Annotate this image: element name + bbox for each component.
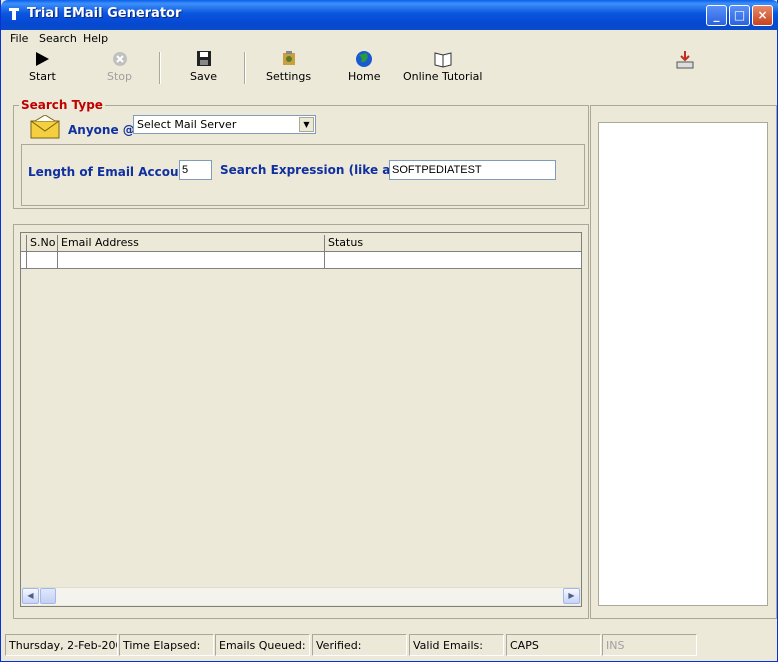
menu-file[interactable]: File bbox=[10, 32, 28, 45]
floppy-icon bbox=[196, 51, 211, 66]
tutorial-label: Online Tutorial bbox=[403, 70, 483, 83]
status-time-elapsed: Time Elapsed: bbox=[119, 634, 214, 656]
book-icon bbox=[434, 52, 452, 68]
status-verified: Verified: bbox=[312, 634, 407, 656]
length-label: Length of Email Account bbox=[28, 165, 193, 179]
cell-email bbox=[57, 252, 324, 268]
status-ins: INS bbox=[602, 634, 697, 656]
column-status[interactable]: Status bbox=[324, 235, 581, 251]
right-panel bbox=[598, 122, 768, 606]
table-row[interactable] bbox=[21, 252, 581, 269]
save-button[interactable]: Save bbox=[190, 50, 217, 83]
toolbar: Start Stop Save Settings Home Online Tut… bbox=[1, 48, 777, 94]
column-email[interactable]: Email Address bbox=[57, 235, 324, 251]
save-label: Save bbox=[190, 70, 218, 83]
stop-label: Stop bbox=[107, 70, 133, 83]
settings-label: Settings bbox=[266, 70, 312, 83]
search-type-legend: Search Type bbox=[19, 98, 105, 112]
status-emails-queued: Emails Queued: bbox=[215, 634, 310, 656]
home-button[interactable]: Home bbox=[348, 50, 380, 83]
status-bar: Thursday, 2-Feb-2006 Time Elapsed: Email… bbox=[1, 634, 777, 660]
stop-icon bbox=[112, 52, 127, 66]
scroll-left-icon[interactable]: ◀ bbox=[22, 588, 39, 604]
menu-help[interactable]: Help bbox=[83, 32, 108, 45]
title-bar[interactable]: Trial EMail Generator _ □ × bbox=[1, 0, 778, 30]
envelope-icon bbox=[30, 114, 60, 142]
mail-server-value: Select Mail Server bbox=[137, 118, 237, 131]
scroll-thumb[interactable] bbox=[40, 588, 56, 604]
column-sno[interactable]: S.No bbox=[26, 235, 57, 251]
toolbar-separator bbox=[159, 52, 161, 84]
scroll-right-icon[interactable]: ▶ bbox=[563, 588, 580, 604]
cell-status bbox=[324, 252, 581, 268]
start-button[interactable]: Start bbox=[29, 50, 56, 83]
main-window: Trial EMail Generator _ □ × File Search … bbox=[0, 0, 778, 662]
globe-icon bbox=[356, 51, 373, 67]
settings-icon bbox=[282, 51, 295, 65]
status-valid-emails: Valid Emails: bbox=[409, 634, 504, 656]
play-icon bbox=[36, 52, 50, 66]
expression-input[interactable] bbox=[389, 160, 556, 180]
tutorial-button[interactable]: Online Tutorial bbox=[403, 50, 482, 83]
anyone-label: Anyone @ bbox=[68, 123, 135, 137]
cell-sno bbox=[26, 252, 57, 268]
start-label: Start bbox=[29, 70, 56, 83]
menu-bar: File Search Help bbox=[1, 30, 777, 48]
download-icon[interactable] bbox=[675, 50, 695, 73]
chevron-down-icon[interactable]: ▼ bbox=[299, 117, 314, 132]
status-caps: CAPS bbox=[506, 634, 601, 656]
home-label: Home bbox=[348, 70, 381, 83]
menu-search[interactable]: Search bbox=[39, 32, 77, 45]
results-grid[interactable]: S.No Email Address Status ◀ ▶ bbox=[20, 232, 582, 607]
settings-button[interactable]: Settings bbox=[266, 50, 311, 83]
expression-label: Search Expression (like ab*) bbox=[220, 163, 411, 177]
length-input[interactable] bbox=[179, 160, 212, 180]
minimize-button[interactable]: _ bbox=[706, 5, 727, 26]
mail-server-select[interactable]: Select Mail Server ▼ bbox=[133, 115, 316, 134]
maximize-button[interactable]: □ bbox=[729, 5, 750, 26]
app-icon bbox=[7, 7, 21, 21]
window-title: Trial EMail Generator bbox=[27, 6, 182, 21]
stop-button[interactable]: Stop bbox=[107, 50, 132, 83]
status-date: Thursday, 2-Feb-2006 bbox=[5, 634, 118, 656]
close-button[interactable]: × bbox=[752, 5, 773, 26]
horizontal-scrollbar[interactable]: ◀ ▶ bbox=[22, 587, 580, 605]
toolbar-separator bbox=[244, 52, 246, 84]
grid-header: S.No Email Address Status bbox=[21, 235, 581, 252]
